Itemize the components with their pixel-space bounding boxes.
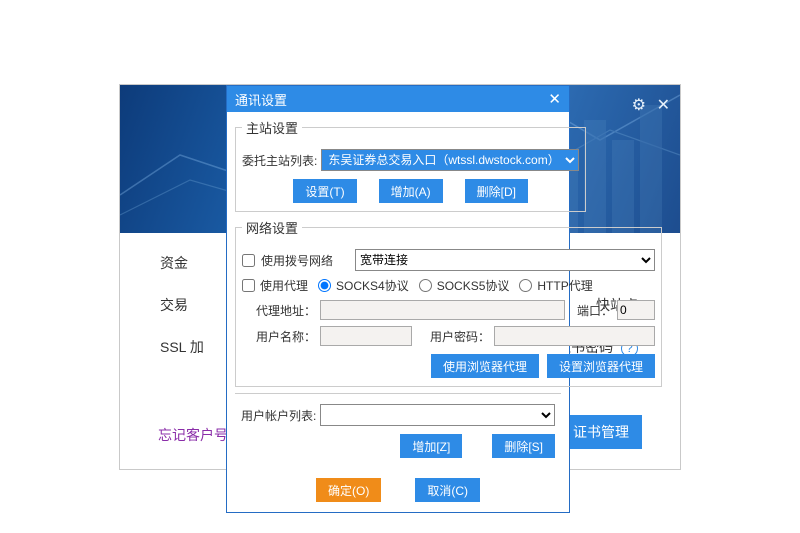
ok-button[interactable]: 确定(O)	[316, 478, 381, 502]
account-list-group: 用户帐户列表: 增加[Z] 删除[S]	[235, 393, 561, 466]
host-delete-button[interactable]: 删除[D]	[465, 179, 528, 203]
socks5-label: SOCKS5协议	[437, 277, 510, 294]
account-list-select[interactable]	[320, 404, 555, 426]
comm-settings-dialog: 通讯设置 ✕ 主站设置 委托主站列表: 东吴证券总交易入口（wtssl.dwst…	[226, 85, 570, 513]
host-settings-group: 主站设置 委托主站列表: 东吴证券总交易入口（wtssl.dwstock.com…	[235, 118, 586, 212]
proxy-addr-label: 代理地址：	[242, 302, 316, 319]
dialog-close-icon[interactable]: ✕	[548, 90, 561, 108]
dial-checkbox[interactable]	[242, 254, 255, 267]
password-input[interactable]	[494, 326, 655, 346]
label-account-left: 资金	[160, 253, 188, 273]
use-browser-proxy-button[interactable]: 使用浏览器代理	[431, 354, 539, 378]
cert-manage-button[interactable]: 证书管理	[560, 415, 642, 449]
port-label: 端口：	[577, 302, 613, 319]
username-label: 用户名称：	[242, 328, 316, 345]
label-ssl-left: SSL 加	[160, 337, 204, 357]
host-list-select[interactable]: 东吴证券总交易入口（wtssl.dwstock.com）	[321, 149, 579, 171]
connection-select[interactable]: 宽带连接	[355, 249, 655, 271]
dialog-title: 通讯设置	[235, 90, 548, 109]
http-label: HTTP代理	[537, 277, 592, 294]
gear-icon[interactable]: ⚙	[632, 95, 646, 115]
dial-label: 使用拨号网络	[261, 252, 351, 269]
port-input[interactable]	[617, 300, 655, 320]
host-set-button[interactable]: 设置(T)	[293, 179, 356, 203]
username-input[interactable]	[320, 326, 412, 346]
account-list-label: 用户帐户列表:	[241, 407, 316, 424]
password-label: 用户密码：	[430, 328, 490, 345]
host-legend: 主站设置	[242, 118, 302, 137]
close-icon[interactable]: ✕	[657, 95, 670, 115]
use-proxy-checkbox[interactable]	[242, 279, 255, 292]
network-settings-group: 网络设置 使用拨号网络 宽带连接 使用代理 SOCKS4协议	[235, 218, 662, 387]
socks4-label: SOCKS4协议	[336, 277, 409, 294]
socks4-radio[interactable]	[318, 279, 331, 292]
network-legend: 网络设置	[242, 218, 302, 237]
set-browser-proxy-button[interactable]: 设置浏览器代理	[547, 354, 655, 378]
cancel-button[interactable]: 取消(C)	[415, 478, 480, 502]
dialog-titlebar: 通讯设置 ✕	[227, 86, 569, 112]
host-list-label: 委托主站列表:	[242, 152, 317, 169]
socks5-radio[interactable]	[419, 279, 432, 292]
host-add-button[interactable]: 增加(A)	[379, 179, 443, 203]
use-proxy-label: 使用代理	[260, 277, 308, 294]
label-trade-left: 交易	[160, 295, 188, 315]
account-delete-button[interactable]: 删除[S]	[492, 434, 555, 458]
proxy-addr-input[interactable]	[320, 300, 565, 320]
http-radio[interactable]	[519, 279, 532, 292]
account-add-button[interactable]: 增加[Z]	[400, 434, 462, 458]
